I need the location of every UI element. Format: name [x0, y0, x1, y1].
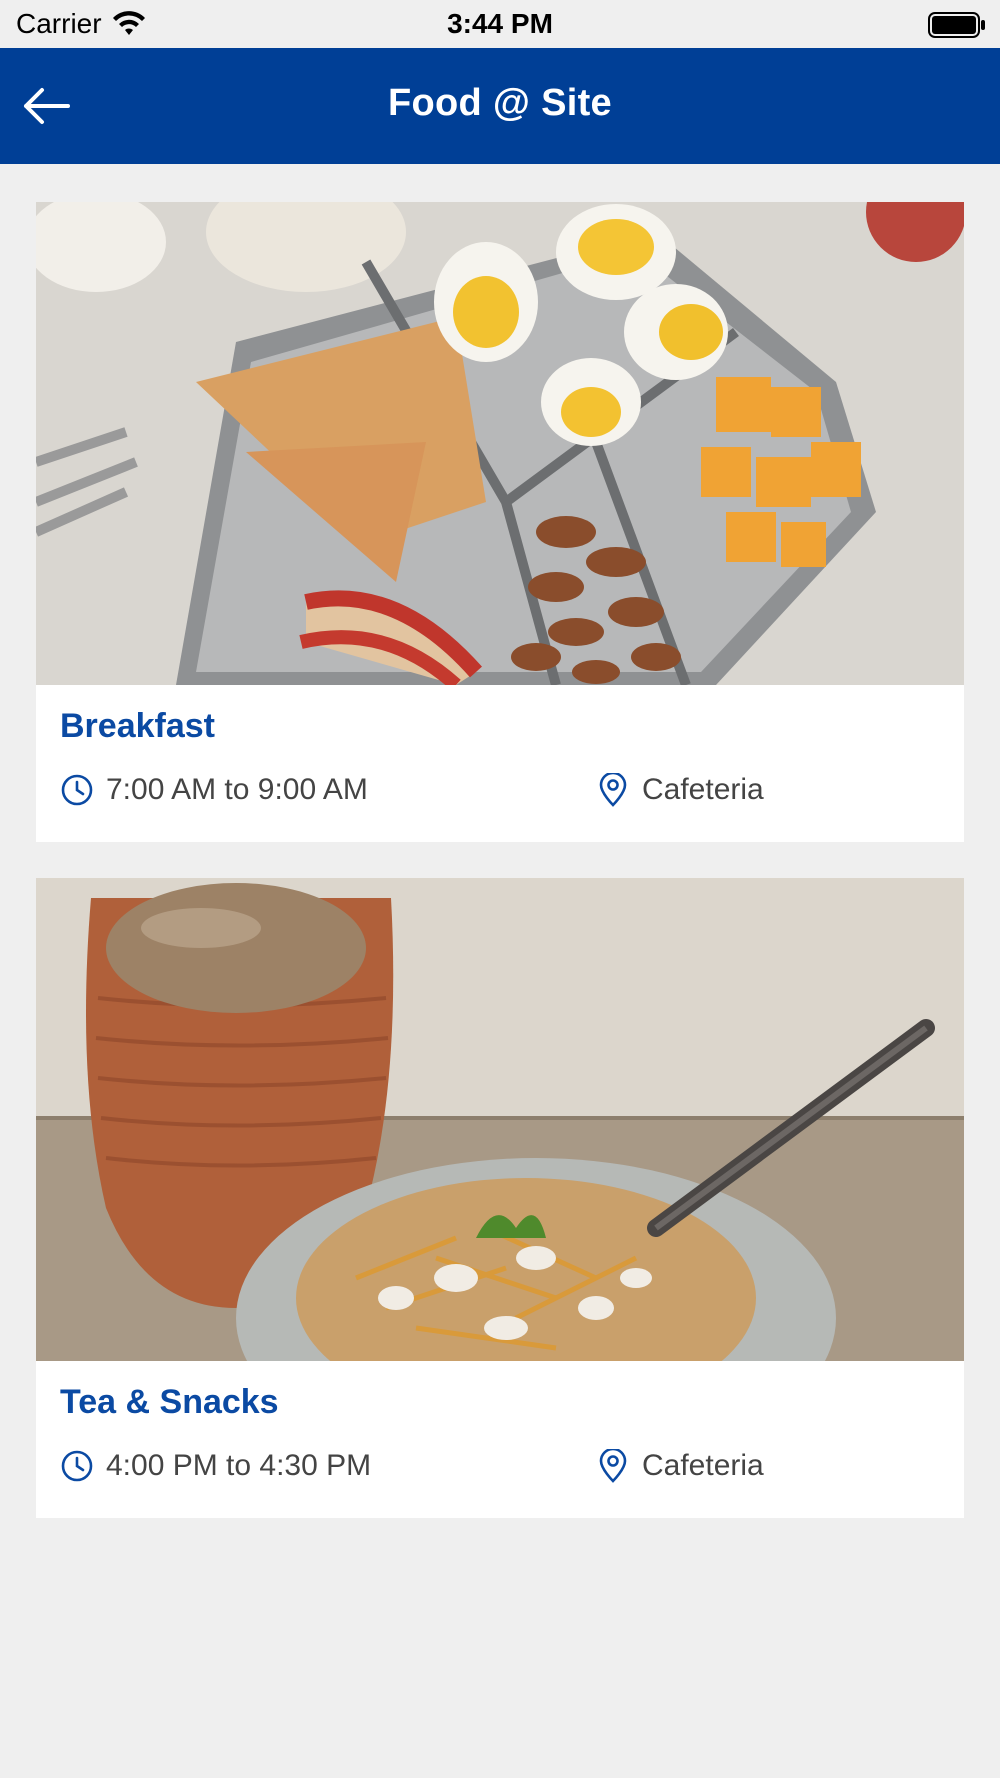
battery-icon: [928, 12, 985, 38]
location-pin-icon: [599, 773, 627, 807]
meal-time: 4:00 PM to 4:30 PM: [106, 1449, 372, 1482]
breakfast-photo: [36, 202, 964, 685]
meal-location-row: Cafeteria: [596, 1449, 764, 1483]
clock-icon: [61, 774, 93, 806]
clock-icon: [61, 1450, 93, 1482]
meal-time-row: 7:00 AM to 9:00 AM: [60, 773, 368, 807]
tea-snacks-photo: [36, 878, 964, 1361]
meal-location: Cafeteria: [642, 773, 764, 806]
meal-time-row: 4:00 PM to 4:30 PM: [60, 1449, 371, 1483]
meal-location-row: Cafeteria: [596, 773, 764, 807]
meal-info: Breakfast 7:00 AM to 9:00 AM Cafeteria: [36, 685, 964, 842]
meal-card-tea-snacks[interactable]: Tea & Snacks 4:00 PM to 4:30 PM Cafeteri…: [36, 878, 964, 1518]
location-pin-icon: [599, 1449, 627, 1483]
app-header: Food @ Site: [0, 48, 1000, 164]
meal-card-breakfast[interactable]: Breakfast 7:00 AM to 9:00 AM Cafeteria: [36, 202, 964, 842]
status-bar: Carrier 3:44 PM: [0, 0, 1000, 48]
meal-name: Tea & Snacks: [60, 1383, 279, 1421]
status-time: 3:44 PM: [447, 8, 553, 39]
meal-location: Cafeteria: [642, 1449, 764, 1482]
meal-info: Tea & Snacks 4:00 PM to 4:30 PM Cafeteri…: [36, 1361, 964, 1518]
page-title: Food @ Site: [387, 82, 612, 124]
meal-name: Breakfast: [60, 707, 215, 745]
meal-time: 7:00 AM to 9:00 AM: [106, 773, 368, 806]
